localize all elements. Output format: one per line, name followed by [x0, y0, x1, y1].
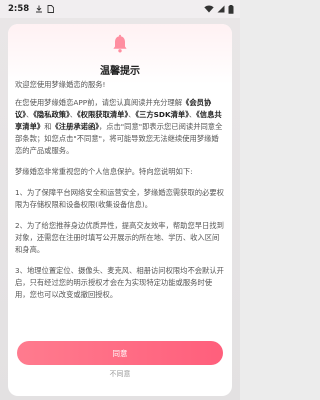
agree-button[interactable]: 同意	[17, 341, 223, 365]
agreement-paragraph: 在您使用梦缘婚恋APP前，请您认真阅读并充分理解《会员协议》、《隐私政策》、《权…	[15, 97, 225, 157]
notification-icons	[35, 5, 55, 13]
protection-statement: 梦缘婚恋非常重视您的个人信息保护。特向您说明如下:	[15, 167, 193, 176]
third-party-sdk-link[interactable]: 《三方SDK清单》	[135, 110, 188, 119]
dialog-content: 欢迎您使用梦缘婚恋的服务! 在您使用梦缘婚恋APP前，请您认真阅读并充分理解《会…	[15, 79, 225, 337]
status-bar: 2:58	[0, 0, 240, 18]
point-3-text: 3、地理位置定位、摄像头、麦克风、相册访问权限均不会默认开启，只有经过您的明示授…	[15, 266, 224, 299]
status-time: 2:58	[8, 4, 30, 14]
registration-pledge-link[interactable]: 《注册承诺函》	[51, 122, 98, 131]
battery-icon	[228, 4, 234, 14]
point-1-text: 1、为了保障平台网络安全和运营安全，梦缘婚恋需获取的必要权限为存储权限和设备权限…	[15, 188, 224, 209]
privacy-policy-link[interactable]: 《隐私政策》	[33, 110, 69, 119]
disagree-button[interactable]: 不同意	[8, 369, 232, 379]
agreement-text: 在您使用梦缘婚恋APP前，请您认真阅读并充分理解	[15, 98, 183, 107]
permission-list-link[interactable]: 《权限获取清单》	[77, 110, 128, 119]
intro-text: 欢迎您使用梦缘婚恋的服务!	[15, 80, 106, 89]
privacy-dialog: 温馨提示 欢迎您使用梦缘婚恋的服务! 在您使用梦缘婚恋APP前，请您认真阅读并充…	[8, 24, 232, 396]
signal-icon	[217, 5, 225, 13]
system-icons	[204, 4, 234, 14]
dialog-title: 温馨提示	[100, 66, 140, 77]
wifi-icon	[204, 5, 214, 13]
bell-icon	[110, 34, 130, 54]
download-icon	[36, 5, 43, 13]
point-2-text: 2、为了给您推荐身边优质异性，提高交友效率，帮助您早日找到对象，还需您在注册时填…	[15, 221, 224, 254]
sim-card-icon	[47, 5, 55, 13]
separator: 、	[69, 110, 78, 119]
